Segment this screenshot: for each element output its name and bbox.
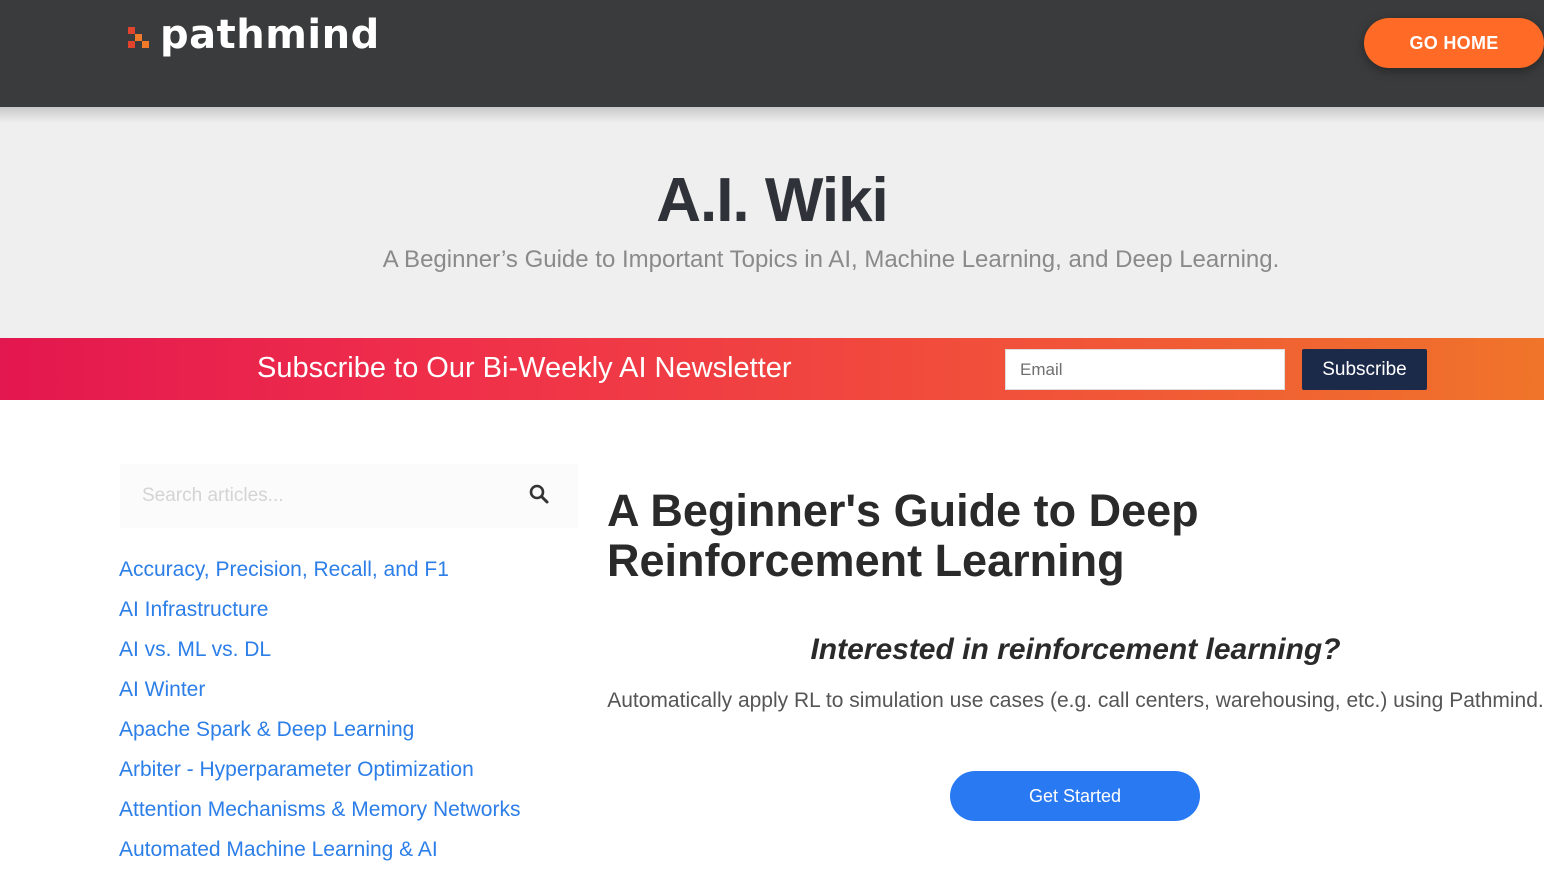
cta-description: Automatically apply RL to simulation use… xyxy=(607,689,1544,712)
search-box xyxy=(120,464,578,528)
email-field[interactable] xyxy=(1005,349,1285,390)
article-link[interactable]: Apache Spark & Deep Learning xyxy=(119,718,414,741)
article-link[interactable]: Attention Mechanisms & Memory Networks xyxy=(119,798,520,821)
go-home-button[interactable]: GO HOME xyxy=(1364,18,1544,68)
newsletter-headline: Subscribe to Our Bi-Weekly AI Newsletter xyxy=(257,352,792,384)
page-title: A.I. Wiki xyxy=(656,166,889,235)
logo-pixel xyxy=(142,41,149,48)
brand-name: pathmind xyxy=(160,12,380,58)
article-link[interactable]: AI vs. ML vs. DL xyxy=(119,638,271,661)
article-link[interactable]: AI Winter xyxy=(119,678,205,701)
page-subtitle: A Beginner’s Guide to Important Topics i… xyxy=(382,246,1280,273)
article-list: Accuracy, Precision, Recall, and F1 AI I… xyxy=(119,553,520,870)
newsletter-banner: Subscribe to Our Bi-Weekly AI Newsletter… xyxy=(0,338,1544,400)
get-started-button[interactable]: Get Started xyxy=(950,771,1200,821)
cta-heading: Interested in reinforcement learning? xyxy=(810,633,1341,666)
logo-pixel xyxy=(135,34,142,41)
logo-pixel xyxy=(128,27,135,34)
list-item: Apache Spark & Deep Learning xyxy=(119,713,520,753)
article-title: A Beginner's Guide to Deep Reinforcement… xyxy=(607,485,1199,586)
pixel-cluster-icon xyxy=(128,27,152,51)
top-navigation-bar: pathmind GO HOME xyxy=(0,0,1544,107)
search-input[interactable] xyxy=(120,464,510,528)
list-item: Automated Machine Learning & AI xyxy=(119,833,520,870)
article-link[interactable]: Accuracy, Precision, Recall, and F1 xyxy=(119,558,449,581)
search-icon[interactable] xyxy=(528,483,550,505)
article-link[interactable]: Arbiter - Hyperparameter Optimization xyxy=(119,758,474,781)
list-item: AI vs. ML vs. DL xyxy=(119,633,520,673)
logo-pixel xyxy=(128,41,135,48)
hero-banner: A.I. Wiki A Beginner’s Guide to Importan… xyxy=(0,107,1544,338)
article-link[interactable]: AI Infrastructure xyxy=(119,598,268,621)
header-shadow xyxy=(0,107,1544,123)
list-item: Accuracy, Precision, Recall, and F1 xyxy=(119,553,520,593)
list-item: Attention Mechanisms & Memory Networks xyxy=(119,793,520,833)
subscribe-button[interactable]: Subscribe xyxy=(1302,349,1427,390)
list-item: Arbiter - Hyperparameter Optimization xyxy=(119,753,520,793)
pathmind-logo[interactable]: pathmind xyxy=(128,10,380,60)
list-item: AI Infrastructure xyxy=(119,593,520,633)
list-item: AI Winter xyxy=(119,673,520,713)
article-link[interactable]: Automated Machine Learning & AI xyxy=(119,838,438,861)
